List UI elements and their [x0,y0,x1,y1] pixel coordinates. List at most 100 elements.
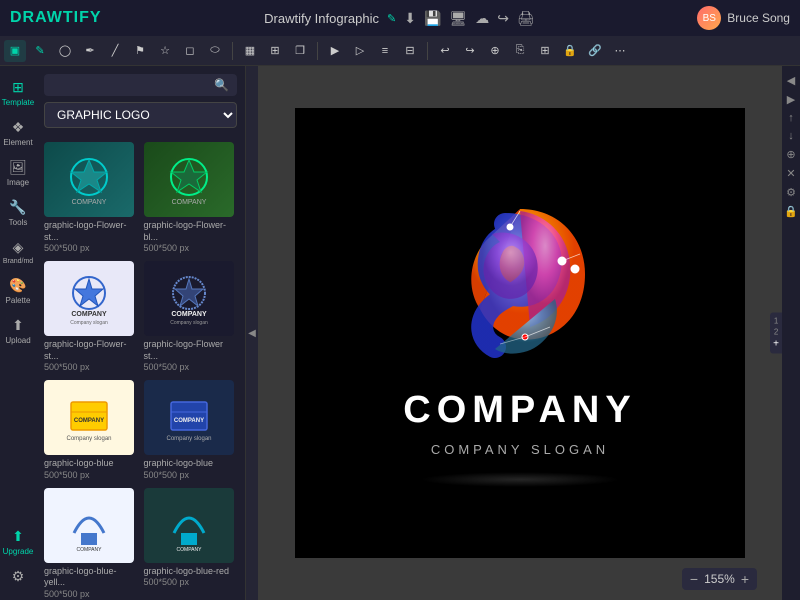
list-item[interactable]: COMPANY graphic-logo-blue-red 500*500 px [144,488,238,600]
template-info: graphic-logo-blue-red 500*500 px [144,566,238,589]
right-panel: ◀ ▶ ↑ ↓ ⊕ ✕ ⚙ 🔒 [782,66,800,600]
rp-icon-3[interactable]: ↑ [788,112,794,124]
user-info[interactable]: BS Bruce Song [697,6,790,30]
circle-tool[interactable]: ◯ [54,40,76,62]
svg-text:COMPANY: COMPANY [71,311,107,318]
rp-icon-8[interactable]: 🔒 [784,205,798,218]
zoom-out-btn[interactable]: − [690,571,698,587]
panel-collapse-btn[interactable]: ◀ [246,66,258,600]
logo-svg [420,179,620,379]
template-info: graphic-logo-Flower-st... 500*500 px [44,339,138,374]
nav-template[interactable]: ⊞ Template [2,74,34,112]
canvas-content: COMPANY COMPANY SLOGAN [403,179,636,487]
search-input[interactable] [52,78,208,92]
rp-icon-4[interactable]: ↓ [788,130,794,142]
svg-text:COMPANY: COMPANY [72,199,107,206]
image-icon: 🖼 [9,159,27,176]
layer-tool[interactable]: ≡ [374,40,396,62]
svg-text:COMPANY: COMPANY [171,311,207,318]
list-item[interactable]: COMPANY graphic-logo-blue-yell... 500*50… [44,488,138,600]
category-select[interactable]: GRAPHIC LOGO [44,102,237,128]
download-icon[interactable]: ⬇ [404,10,416,27]
main-area: ⊞ Template ❖ Element 🖼 Image 🔧 Tools ◈ B… [0,66,800,600]
rp-icon-1[interactable]: ◀ [787,74,795,87]
align-tool[interactable]: ⊟ [399,40,421,62]
draw-tool[interactable]: ✎ [29,40,51,62]
company-text: COMPANY [403,389,636,432]
toolbar-divider-1 [232,42,233,60]
nav-upload[interactable]: ⬆ Upload [2,312,34,350]
list-item[interactable]: COMPANYCompany slogan graphic-logo-blue … [144,380,238,481]
copy-tool[interactable]: ⊕ [484,40,506,62]
user-name: Bruce Song [727,11,790,25]
list-item[interactable]: COMPANYCompany slogan graphic-logo-blue … [44,380,138,481]
grid-tool[interactable]: ▦ [239,40,261,62]
scroll-indicator: 1 2 + [770,313,782,354]
cloud-icon[interactable]: ☁ [475,10,489,27]
extra-tool[interactable]: ⋯ [609,40,631,62]
video-tool[interactable]: ▶ [324,40,346,62]
nav-upgrade[interactable]: ⬆ Upgrade [2,523,34,561]
zoom-level: 155% [704,572,735,586]
rp-icon-5[interactable]: ⊕ [786,148,795,161]
table-tool[interactable]: ⊞ [264,40,286,62]
upgrade-icon: ⬆ [12,528,24,545]
undo-tool[interactable]: ↩ [434,40,456,62]
template-panel: 🔍 GRAPHIC LOGO COMPANY graphic-logo-Flow… [36,66,246,600]
user-area: BS Bruce Song [697,6,790,30]
pen-tool[interactable]: ✒ [79,40,101,62]
paste-tool[interactable]: ⎘ [509,40,531,62]
document-title: Drawtify Infographic [264,11,379,26]
nav-palette[interactable]: 🎨 Palette [2,272,34,310]
svg-text:COMPANY: COMPANY [176,547,202,553]
rp-icon-7[interactable]: ⚙ [786,186,796,199]
brand-icon: ◈ [13,239,24,256]
select-tool[interactable]: ▣ [4,40,26,62]
nav-brand[interactable]: ◈ Brand/md [2,234,34,270]
print-icon[interactable]: 🖨 [517,10,535,27]
palette-icon: 🎨 [9,277,26,294]
redo-tool[interactable]: ↪ [459,40,481,62]
play-tool[interactable]: ▷ [349,40,371,62]
slogan-text: COMPANY SLOGAN [431,442,609,457]
toolbar-divider-2 [317,42,318,60]
rp-icon-6[interactable]: ✕ [786,167,795,180]
chart-tool[interactable]: ❐ [289,40,311,62]
nav-element[interactable]: ❖ Element [2,114,34,152]
tools-icon: 🔧 [9,199,26,216]
nav-settings[interactable]: ⚙ [2,563,34,592]
link-tool[interactable]: 🔗 [584,40,606,62]
share-icon[interactable]: ↪ [497,10,509,27]
template-info: graphic-logo-Flower st... 500*500 px [144,339,238,374]
canvas[interactable]: COMPANY COMPANY SLOGAN [295,108,745,558]
logo-ify: IFY [74,9,102,26]
template-info: graphic-logo-blue 500*500 px [44,458,138,481]
list-item[interactable]: COMPANY graphic-logo-Flower-bl... 500*50… [144,142,238,255]
list-item[interactable]: COMPANY graphic-logo-Flower-st... 500*50… [44,142,138,255]
nav-tools[interactable]: 🔧 Tools [2,194,34,232]
svg-text:COMPANY: COMPANY [171,199,206,206]
list-item[interactable]: COMPANYCompany slogan graphic-logo-Flowe… [144,261,238,374]
element-icon: ❖ [12,119,25,136]
edit-title-icon[interactable]: ✎ [387,12,396,25]
avatar: BS [697,6,721,30]
screen-icon[interactable]: 🖥 [449,10,467,27]
rp-icon-2[interactable]: ▶ [787,93,795,106]
rect-tool[interactable]: ◻ [179,40,201,62]
template-info: graphic-logo-blue 500*500 px [144,458,238,481]
zoom-in-btn[interactable]: + [741,571,749,587]
line-tool[interactable]: ╱ [104,40,126,62]
app-logo: DRAWTIFY [10,9,102,27]
templates-grid: COMPANY graphic-logo-Flower-st... 500*50… [36,136,245,600]
settings-icon: ⚙ [12,568,25,585]
star-tool[interactable]: ☆ [154,40,176,62]
logo-draw: DRAW [10,9,63,26]
lock-tool[interactable]: 🔒 [559,40,581,62]
nav-image[interactable]: 🖼 Image [2,154,34,192]
save-icon[interactable]: 💾 [424,10,441,27]
flag-tool[interactable]: ⚑ [129,40,151,62]
ellipse-tool[interactable]: ⬭ [204,40,226,62]
group-tool[interactable]: ⊞ [534,40,556,62]
template-icon: ⊞ [12,79,24,96]
list-item[interactable]: COMPANYCompany slogan graphic-logo-Flowe… [44,261,138,374]
